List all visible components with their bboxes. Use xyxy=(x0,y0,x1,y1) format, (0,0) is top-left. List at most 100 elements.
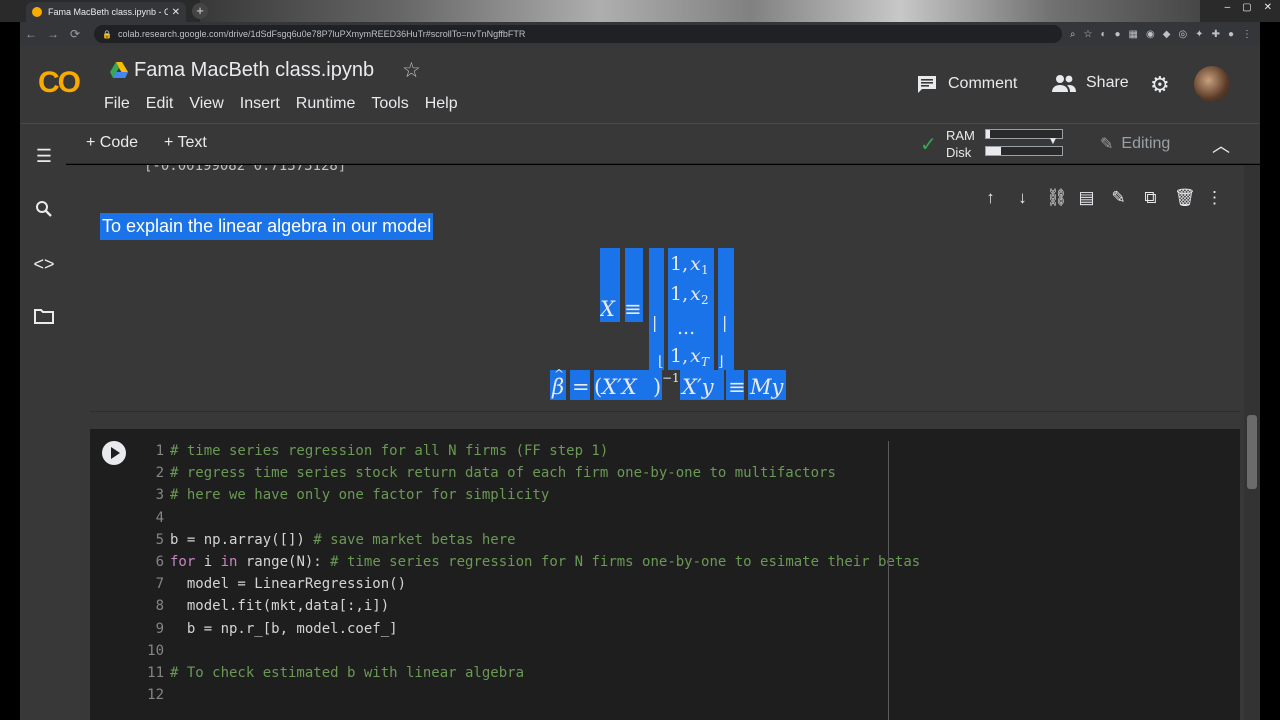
move-down-icon[interactable]: ↓ xyxy=(1014,188,1031,208)
share-button[interactable]: Share xyxy=(1052,74,1129,92)
svg-text:X′y: X′y xyxy=(680,375,715,399)
scrollbar-thumb[interactable] xyxy=(1247,415,1257,489)
more-icon[interactable]: ⋮ xyxy=(1242,29,1252,40)
menu-help[interactable]: Help xyxy=(425,95,458,113)
extension-icon[interactable]: ▦ xyxy=(1129,29,1138,40)
code-text: b = np.array([]) # save market betas her… xyxy=(170,529,516,551)
more-icon[interactable]: ⋮ xyxy=(1206,188,1223,208)
avatar[interactable] xyxy=(1194,66,1230,102)
back-icon[interactable]: ← xyxy=(20,27,42,41)
line-number: 11 xyxy=(147,664,164,681)
main-scrollbar[interactable] xyxy=(1244,165,1260,720)
delete-icon[interactable]: 🗑 xyxy=(1174,188,1196,208)
extension-icon[interactable]: ◉ xyxy=(1146,29,1155,40)
extension-icon[interactable]: ✦ xyxy=(1195,29,1203,40)
folder-icon[interactable] xyxy=(33,308,55,330)
forward-icon[interactable]: → xyxy=(42,27,64,41)
menu-view[interactable]: View xyxy=(189,95,223,113)
edit-icon[interactable]: ✎ xyxy=(1110,188,1127,208)
maximize-icon[interactable]: ▢ xyxy=(1242,2,1251,13)
code-icon[interactable]: <> xyxy=(33,254,55,276)
connected-check-icon: ✓ xyxy=(920,134,937,156)
code-cell[interactable]: 1 # time series regression for all N firm… xyxy=(90,429,1240,720)
list-icon[interactable]: ☰ xyxy=(33,146,55,168)
folder-glyph xyxy=(34,309,54,324)
url-field[interactable]: 🔒 colab.research.google.com/drive/1dSdFs… xyxy=(94,25,1062,43)
code-line[interactable]: 5 b = np.array([]) # save market betas he… xyxy=(130,529,920,551)
collapse-header-icon[interactable]: ︿ xyxy=(1212,132,1230,158)
comment-label: Comment xyxy=(948,75,1018,92)
code-text: b = np.r_[b, model.coef_] xyxy=(170,618,398,640)
code-line[interactable]: 3 # here we have only one factor for simp… xyxy=(130,484,920,506)
code-line[interactable]: 7 model = LinearRegression() xyxy=(130,573,920,595)
svg-text:(: ( xyxy=(594,375,602,399)
resources-dropdown-icon[interactable]: ▼ xyxy=(1048,136,1058,147)
star-icon[interactable]: ☆ xyxy=(402,58,421,83)
reload-icon[interactable]: ⟳ xyxy=(64,27,86,41)
svg-text:x: x xyxy=(690,283,701,305)
mirror-cell-icon[interactable]: ⧉ xyxy=(1142,188,1159,208)
run-cell-button[interactable] xyxy=(102,441,126,465)
menu-insert[interactable]: Insert xyxy=(240,95,280,113)
svg-text:1,: 1, xyxy=(670,345,688,367)
search-icon[interactable] xyxy=(33,200,55,222)
extension-icon[interactable]: ● xyxy=(1115,29,1121,40)
svg-text:=: = xyxy=(572,375,590,399)
line-number: 4 xyxy=(155,509,164,526)
colab-logo[interactable]: CO xyxy=(38,66,81,100)
code-token: i xyxy=(195,553,221,570)
code-text: # To check estimated b with linear algeb… xyxy=(170,662,524,684)
link-icon[interactable]: ⛓ xyxy=(1046,188,1068,208)
comment-button[interactable]: Comment xyxy=(916,74,1017,94)
code-token: model = LinearRegression() xyxy=(170,576,407,593)
code-line[interactable]: 12 xyxy=(130,684,920,706)
extension-icon[interactable]: ◐ xyxy=(1100,29,1106,40)
code-line[interactable]: 9 b = np.r_[b, model.coef_] xyxy=(130,618,920,640)
comment-icon[interactable]: ▤ xyxy=(1078,188,1095,208)
resource-labels[interactable]: RAM Disk xyxy=(946,127,975,161)
add-text-button[interactable]: + Text xyxy=(164,134,207,152)
code-keyword: in xyxy=(220,553,238,570)
code-comment: # save market betas here xyxy=(313,531,516,548)
svg-text:|: | xyxy=(722,313,727,332)
extensions-puzzle-icon[interactable]: ✚ xyxy=(1212,29,1220,40)
gear-icon[interactable]: ⚙ xyxy=(1150,72,1170,98)
ram-meter-fill xyxy=(986,130,990,138)
disk-label: Disk xyxy=(946,145,972,160)
math-matrix-x: X ≡ | | 1, x 1 1, x 2 ... ⌊ 1, x T ⌋ xyxy=(600,248,734,370)
line-number: 3 xyxy=(155,487,164,504)
line-number: 1 xyxy=(155,443,164,459)
bookmark-star-icon[interactable]: ☆ xyxy=(1083,29,1092,40)
extension-icon[interactable]: ◆ xyxy=(1163,29,1171,40)
code-line[interactable]: 4 xyxy=(130,507,920,529)
browser-tab[interactable]: Fama MacBeth class.ipynb - Co ✕ xyxy=(26,2,186,22)
code-line[interactable]: 11 # To check estimated b with linear alg… xyxy=(130,662,920,684)
menu-tools[interactable]: Tools xyxy=(371,95,408,113)
code-text: # time series regression for all N firms… xyxy=(170,440,608,462)
menu-file[interactable]: File xyxy=(104,95,130,113)
new-tab-button[interactable]: + xyxy=(192,3,208,19)
code-line[interactable]: 1 # time series regression for all N firm… xyxy=(130,440,920,462)
code-editor[interactable]: 1 # time series regression for all N firm… xyxy=(130,440,920,706)
close-window-icon[interactable]: ✕ xyxy=(1264,2,1272,13)
extension-icon[interactable]: ◎ xyxy=(1178,29,1187,40)
menu-edit[interactable]: Edit xyxy=(146,95,174,113)
notebook-title[interactable]: Fama MacBeth class.ipynb xyxy=(134,59,374,82)
code-line[interactable]: 6 for i in range(N): # time series regres… xyxy=(130,551,921,573)
code-line[interactable]: 8 model.fit(mkt,data[:,i]) xyxy=(130,595,920,617)
profile-icon[interactable]: ● xyxy=(1228,29,1234,40)
move-up-icon[interactable]: ↑ xyxy=(982,188,999,208)
svg-text:T: T xyxy=(701,355,710,369)
editor-ruler xyxy=(888,441,889,720)
code-line[interactable]: 2 # regress time series stock return data… xyxy=(130,462,920,484)
disk-meter[interactable] xyxy=(985,146,1063,156)
close-tab-icon[interactable]: ✕ xyxy=(172,7,180,18)
svg-text:X′X: X′X xyxy=(600,375,638,399)
minimize-icon[interactable]: – xyxy=(1225,2,1231,13)
line-number: 5 xyxy=(155,531,164,548)
editing-mode-button[interactable]: ✎ Editing xyxy=(1100,134,1170,154)
add-code-button[interactable]: + Code xyxy=(86,134,138,152)
code-line[interactable]: 10 xyxy=(130,640,920,662)
menu-runtime[interactable]: Runtime xyxy=(296,95,356,113)
zoom-icon[interactable]: ⌕ xyxy=(1070,29,1076,40)
